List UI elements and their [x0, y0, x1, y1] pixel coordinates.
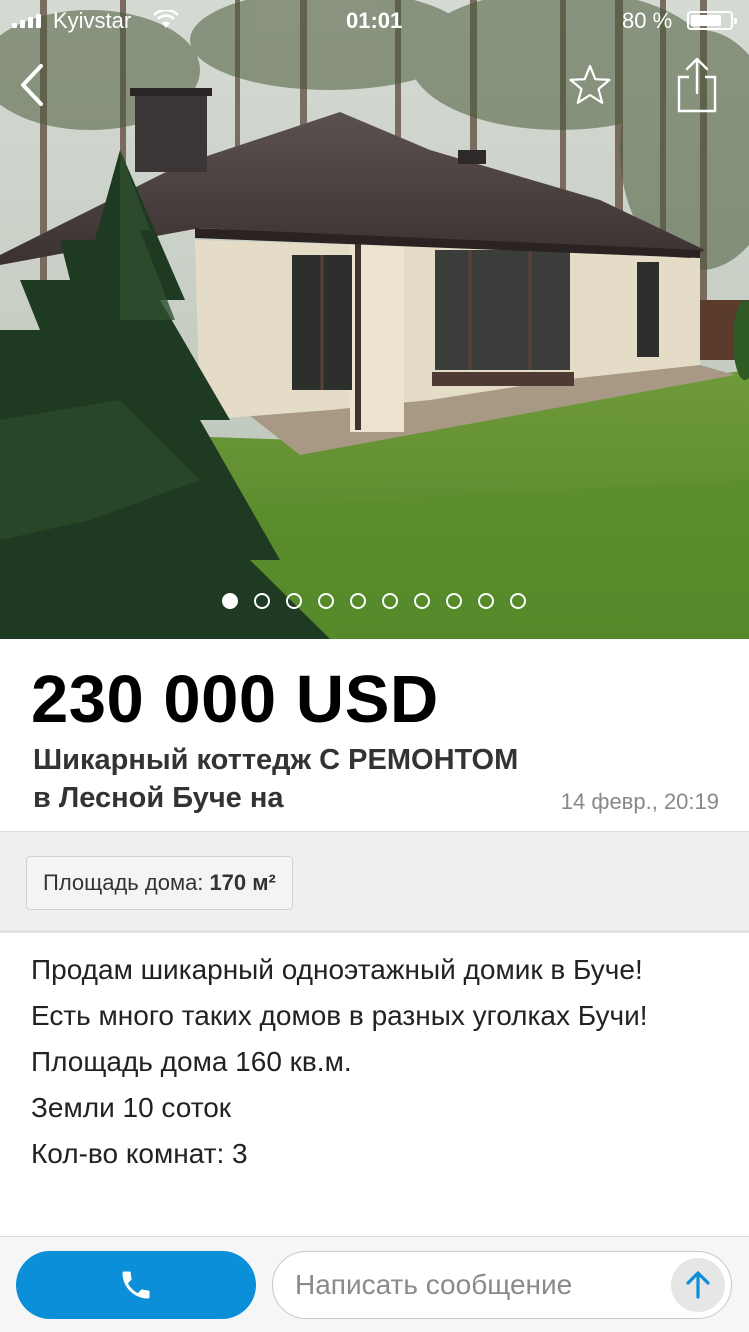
param-value: 170 м²	[209, 870, 276, 895]
gallery-dot[interactable]	[349, 593, 366, 609]
call-button[interactable]	[16, 1251, 256, 1319]
listing-params: Площадь дома: 170 м²	[0, 832, 749, 933]
share-icon	[677, 57, 717, 113]
phone-icon	[122, 1271, 150, 1299]
gallery-dot[interactable]	[285, 593, 302, 609]
param-label: Площадь дома:	[43, 870, 204, 895]
status-bar: Kyivstar 01:01 80 %	[0, 0, 749, 40]
gallery-page-indicator[interactable]	[0, 593, 749, 609]
listing-description: Продам шикарный одноэтажный домик в Буче…	[0, 936, 749, 1236]
signal-strength-icon	[12, 12, 41, 28]
wifi-icon	[153, 8, 179, 36]
listing-title: Шикарный коттедж С РЕМОНТОМ в Лесной Буч…	[33, 744, 519, 814]
gallery-dot[interactable]	[317, 593, 334, 609]
param-house-area: Площадь дома: 170 м²	[26, 856, 293, 910]
battery-icon	[687, 11, 737, 30]
chevron-left-icon	[21, 64, 43, 106]
gallery-dot[interactable]	[413, 593, 430, 609]
description-line: Кол-во комнат: 3	[31, 1138, 248, 1169]
carrier-name: Kyivstar	[53, 8, 132, 33]
gallery-dot[interactable]	[509, 593, 526, 609]
listing-photo[interactable]: Kyivstar 01:01 80 %	[0, 0, 749, 639]
gallery-dot[interactable]	[253, 593, 270, 609]
gallery-dot[interactable]	[445, 593, 462, 609]
favorite-button[interactable]	[562, 55, 618, 115]
battery-percent: 80 %	[622, 8, 673, 33]
contact-bar	[0, 1236, 749, 1332]
listing-header: 230 000 USD Шикарный коттедж С РЕМОНТОМ …	[0, 639, 749, 832]
description-line: Есть много таких домов в разных уголках …	[31, 1000, 648, 1031]
description-line: Земли 10 соток	[31, 1092, 232, 1123]
send-button[interactable]	[671, 1258, 725, 1312]
back-button[interactable]	[4, 55, 60, 115]
description-line: Площадь дома 160 кв.м.	[31, 1046, 352, 1077]
house-photo	[0, 0, 749, 639]
listing-date: 14 февр., 20:19	[560, 789, 719, 814]
description-line: Продам шикарный одноэтажный домик в Буче…	[31, 954, 643, 985]
message-input[interactable]	[295, 1252, 665, 1318]
status-time: 01:01	[346, 8, 403, 33]
gallery-dot[interactable]	[477, 593, 494, 609]
share-button[interactable]	[669, 55, 725, 115]
arrow-up-icon	[686, 1271, 710, 1299]
gallery-dot[interactable]	[221, 593, 238, 609]
battery-level	[691, 15, 721, 26]
listing-price: 230 000 USD	[31, 662, 439, 737]
message-field[interactable]	[272, 1251, 732, 1319]
star-outline-icon	[569, 64, 611, 104]
gallery-dot[interactable]	[381, 593, 398, 609]
